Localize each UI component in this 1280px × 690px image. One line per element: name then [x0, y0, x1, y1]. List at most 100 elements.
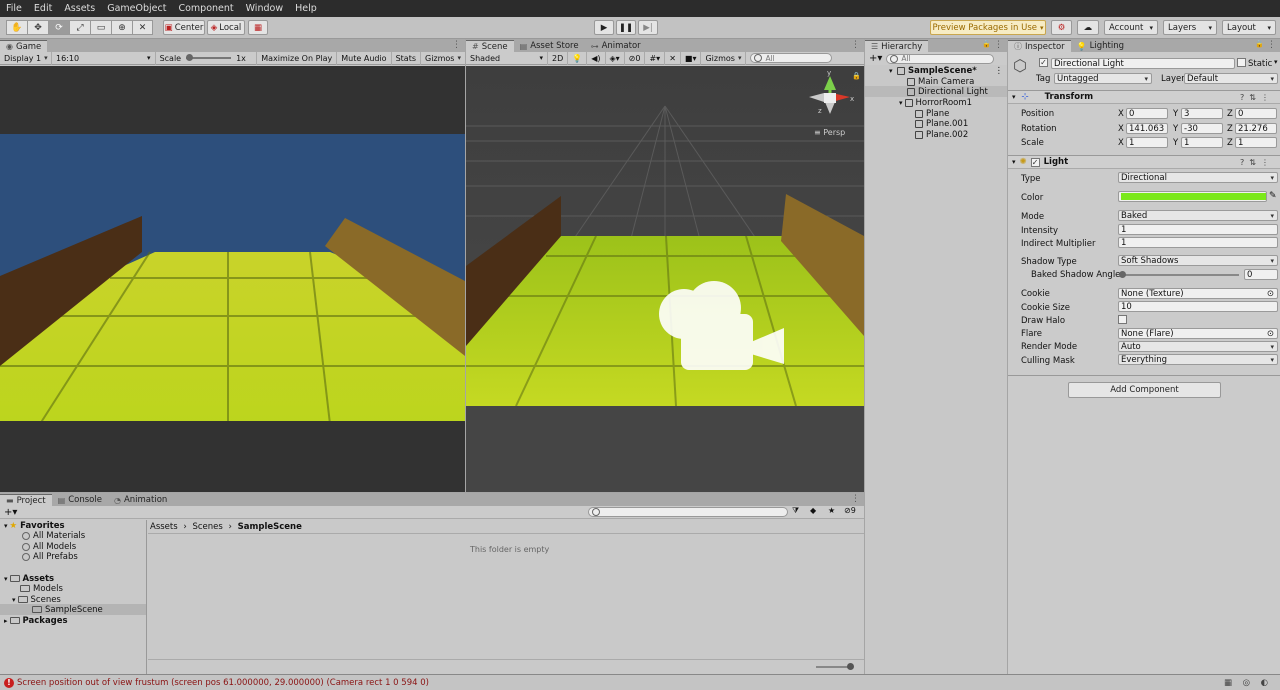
folder-models[interactable]: Models — [20, 583, 63, 594]
scale-icon[interactable]: ⤢ — [69, 20, 90, 35]
position-y-field[interactable]: 3 — [1181, 108, 1223, 119]
slider-handle[interactable] — [1119, 271, 1126, 278]
fold-arrow-icon[interactable]: ▾ — [1012, 93, 1016, 101]
light-header[interactable]: ▾ ✺ ✓ Light ?⇅⋮ — [1008, 155, 1280, 169]
eyedropper-icon[interactable]: ✎ — [1269, 191, 1277, 201]
tools-icon[interactable]: ✕ — [665, 51, 681, 65]
panel-menu-icon[interactable]: ⋮ — [452, 40, 461, 50]
hierarchy-item-horrorroom1[interactable]: ▾ HorrorRoom1 — [865, 97, 1007, 108]
scale-z-field[interactable]: 1 — [1235, 137, 1277, 148]
favorite-all-materials[interactable]: All Materials — [22, 530, 85, 541]
move-icon[interactable]: ✥ — [27, 20, 48, 35]
effects-dropdown-icon[interactable]: ◈▾ — [606, 51, 625, 65]
tab-hierarchy[interactable]: ☰ Hierarchy — [865, 40, 929, 52]
hierarchy-item-plane-002[interactable]: Plane.002 — [865, 129, 1007, 140]
expand-arrow-icon[interactable]: ▾ — [12, 596, 16, 604]
breadcrumb-assets[interactable]: Assets — [150, 522, 178, 532]
game-gizmos-dropdown[interactable]: Gizmos — [421, 52, 465, 65]
mute-audio-toggle[interactable]: Mute Audio — [337, 51, 392, 65]
create-add-icon[interactable]: +▾ — [0, 507, 21, 518]
account-dropdown[interactable]: Account ▾ — [1104, 20, 1158, 35]
intensity-field[interactable]: 1 — [1118, 224, 1278, 235]
static-dropdown-icon[interactable]: ▾ — [1274, 58, 1278, 66]
expand-arrow-icon[interactable]: ▾ — [4, 575, 8, 583]
lock-icon[interactable]: 🔒 — [1255, 40, 1264, 48]
cookie-size-field[interactable]: 10 — [1118, 301, 1278, 312]
menu-window[interactable]: Window — [240, 3, 289, 14]
filter-by-label-icon[interactable]: ◆ — [810, 506, 816, 515]
shading-dropdown[interactable]: Shaded ▾ — [466, 51, 548, 65]
pivot-center-button[interactable]: ▣ Center — [163, 20, 205, 35]
pivot-local-button[interactable]: ◈ Local — [207, 20, 245, 35]
play-button[interactable]: ▶ — [594, 20, 614, 35]
audio-toggle-icon[interactable]: ◀) — [587, 51, 606, 65]
component-actions[interactable]: ?⇅⋮ — [1240, 158, 1274, 167]
light-mode-dropdown[interactable]: Baked — [1118, 210, 1278, 221]
rect-icon[interactable]: ▭ — [90, 20, 111, 35]
expand-arrow-icon[interactable]: ▾ — [899, 99, 903, 107]
folder-samplescene[interactable]: SampleScene — [0, 604, 146, 615]
panel-menu-icon[interactable]: ⋮ — [851, 40, 860, 50]
tab-animator[interactable]: ⊶ Animator — [585, 40, 647, 52]
preview-packages-button[interactable]: Preview Packages in Use ▾ — [930, 20, 1046, 35]
display-dropdown[interactable]: Display 1 — [0, 51, 52, 65]
flare-field[interactable]: None (Flare) ⊙ — [1118, 328, 1278, 339]
auto-generate-lighting-icon[interactable]: ◐ — [1261, 678, 1268, 688]
hierarchy-item-plane-001[interactable]: Plane.001 — [865, 118, 1007, 129]
panel-menu-icon[interactable]: ⋮ — [1267, 40, 1276, 50]
layers-dropdown[interactable]: Layers ▾ — [1163, 20, 1217, 35]
position-x-field[interactable]: 0 — [1126, 108, 1168, 119]
rotation-x-field[interactable]: 141.063 — [1126, 123, 1168, 134]
slider-handle[interactable] — [847, 663, 854, 670]
progress-icon[interactable]: ▦ — [1224, 678, 1232, 688]
menu-gameobject[interactable]: GameObject — [101, 3, 172, 14]
draw-halo-checkbox[interactable] — [1118, 315, 1127, 324]
scene-search[interactable]: All — [746, 52, 836, 65]
tab-inspector[interactable]: ⓘ Inspector — [1008, 40, 1071, 52]
indirect-multiplier-field[interactable]: 1 — [1118, 237, 1278, 248]
object-picker-icon[interactable]: ⊙ — [1267, 329, 1274, 338]
lock-icon[interactable]: 🔒 — [982, 40, 991, 48]
component-actions[interactable]: ?⇅⋮ — [1240, 93, 1274, 102]
baked-shadow-angle-field[interactable]: 0 — [1244, 269, 1278, 280]
scale-x-field[interactable]: 1 — [1126, 137, 1168, 148]
fold-arrow-icon[interactable]: ▾ — [1012, 158, 1016, 166]
tab-lighting[interactable]: 💡 Lighting — [1071, 40, 1130, 52]
expand-arrow-icon[interactable]: ▾ — [4, 522, 8, 530]
collapse-arrow-icon[interactable]: ▸ — [4, 617, 8, 625]
menu-file[interactable]: File — [0, 3, 28, 14]
lighting-toggle-icon[interactable]: 💡 — [568, 51, 588, 65]
shadow-type-dropdown[interactable]: Soft Shadows — [1118, 255, 1278, 266]
menu-edit[interactable]: Edit — [28, 3, 58, 14]
rotation-y-field[interactable]: -30 — [1181, 123, 1223, 134]
scene-gizmos-dropdown[interactable]: Gizmos — [701, 51, 747, 65]
expand-arrow-icon[interactable]: ▾ — [889, 67, 893, 75]
active-checkbox[interactable]: ✓ — [1039, 58, 1048, 67]
filter-by-type-icon[interactable]: ⧩ — [792, 506, 799, 516]
tab-project[interactable]: ▬ Project — [0, 494, 52, 506]
favorite-all-prefabs[interactable]: All Prefabs — [22, 551, 78, 562]
rotation-z-field[interactable]: 21.276 — [1235, 123, 1277, 134]
panel-menu-icon[interactable]: ⋮ — [851, 494, 860, 504]
step-button[interactable]: ▶| — [638, 20, 658, 35]
hierarchy-search-input[interactable]: All — [886, 53, 995, 64]
object-name-field[interactable]: Directional Light — [1051, 58, 1235, 69]
transform-header[interactable]: ▾ ⊹ Transform ?⇅⋮ — [1008, 90, 1280, 104]
hand-icon[interactable]: ✋ — [6, 20, 27, 35]
static-checkbox[interactable] — [1237, 58, 1246, 67]
maximize-on-play-toggle[interactable]: Maximize On Play — [257, 51, 338, 65]
cookie-field[interactable]: None (Texture) ⊙ — [1118, 288, 1278, 299]
menu-assets[interactable]: Assets — [58, 3, 101, 14]
hidden-objects-toggle[interactable]: ⊘ 0 — [625, 51, 646, 65]
grid-dropdown-icon[interactable]: #▾ — [645, 51, 666, 65]
2d-toggle[interactable]: 2D — [548, 51, 569, 65]
pause-button[interactable]: ❚❚ — [616, 20, 636, 35]
persp-label[interactable]: ≡ Persp — [814, 128, 845, 137]
scene-menu-icon[interactable]: ⋮ — [995, 66, 1004, 76]
menu-help[interactable]: Help — [289, 3, 323, 14]
status-bar[interactable]: ! Screen position out of view frustum (s… — [0, 674, 1280, 690]
add-component-button[interactable]: Add Component — [1068, 382, 1221, 398]
tab-game[interactable]: ◉ Game — [0, 40, 48, 52]
stats-toggle[interactable]: Stats — [392, 51, 421, 65]
hierarchy-item-directional-light[interactable]: Directional Light — [865, 86, 1007, 97]
